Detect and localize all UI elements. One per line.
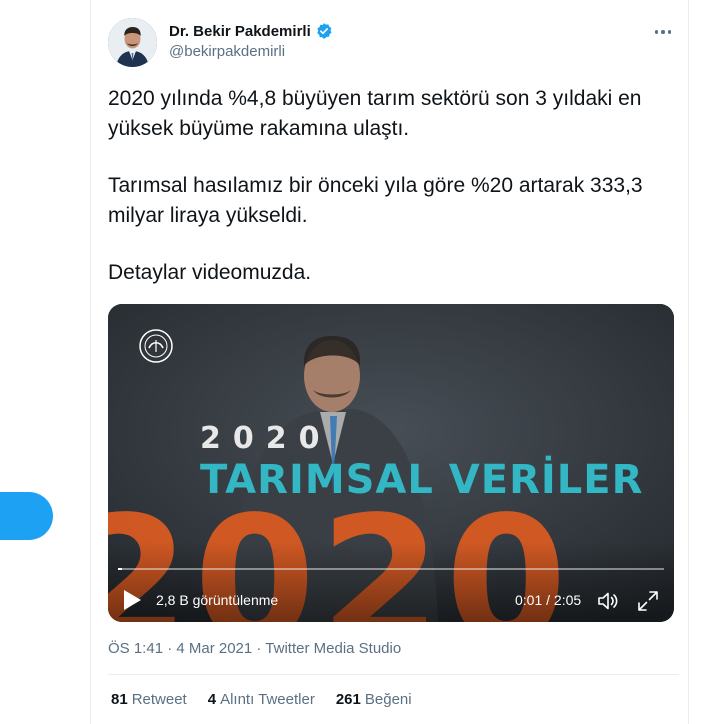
- tweet-timestamp[interactable]: ÖS 1:41 · 4 Mar 2021 · Twitter Media Stu…: [108, 640, 401, 657]
- fullscreen-icon[interactable]: [636, 589, 660, 613]
- video-progress-bar[interactable]: [118, 568, 664, 570]
- video-time: 0:01 / 2:05: [515, 592, 582, 608]
- video-view-count: 2,8 B görüntülenme: [156, 592, 279, 608]
- tweet-paragraph: Tarımsal hasılamız bir önceki yıla göre …: [108, 174, 643, 227]
- play-icon[interactable]: [122, 589, 142, 611]
- ministry-emblem-icon: [139, 329, 173, 363]
- tweet-paragraph: 2020 yılında %4,8 büyüyen tarım sektörü …: [108, 87, 642, 140]
- timeline-right-border: [688, 0, 689, 724]
- author-block: Dr. Bekir Pakdemirli @bekirpakdemirli: [169, 22, 333, 60]
- tweet-detail: Dr. Bekir Pakdemirli @bekirpakdemirli 20…: [91, 0, 688, 724]
- tweet-paragraph: Detaylar videomuzda.: [108, 261, 312, 284]
- tweet-stats: 81 Retweet 4 Alıntı Tweetler 261 Beğeni: [111, 691, 412, 708]
- retweet-count-link[interactable]: 81 Retweet: [111, 691, 187, 708]
- video-controls-gradient: [108, 542, 674, 622]
- avatar[interactable]: [108, 18, 157, 67]
- author-name[interactable]: Dr. Bekir Pakdemirli: [169, 23, 311, 40]
- video-player[interactable]: 2020 TARIMSAL VERİLER 2020 2,8 B görüntü…: [108, 304, 674, 622]
- quote-tweet-count-link[interactable]: 4 Alıntı Tweetler: [208, 691, 315, 708]
- video-progress-fill: [118, 568, 123, 570]
- tweet-text: 2020 yılında %4,8 büyüyen tarım sektörü …: [108, 84, 678, 315]
- author-handle[interactable]: @bekirpakdemirli: [169, 43, 333, 60]
- author-name-row[interactable]: Dr. Bekir Pakdemirli: [169, 22, 333, 40]
- tweet-compose-button[interactable]: [0, 492, 53, 540]
- verified-badge-icon: [317, 23, 332, 39]
- more-icon[interactable]: [651, 20, 675, 44]
- volume-icon[interactable]: [596, 589, 620, 613]
- video-overlay-year: 2020: [200, 421, 332, 456]
- divider: [108, 674, 679, 675]
- like-count-link[interactable]: 261 Beğeni: [336, 691, 412, 708]
